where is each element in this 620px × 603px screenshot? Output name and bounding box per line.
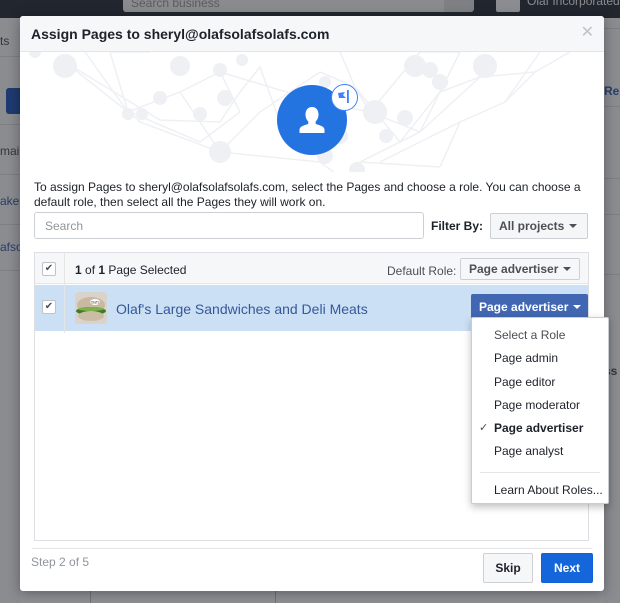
row-checkbox[interactable]: ✔ [42,300,56,314]
menu-item-select-a-role[interactable]: Select a Role [472,324,608,347]
default-role-value: Page advertiser [469,262,559,276]
divider [0,270,20,271]
divider [604,28,620,29]
role-dropdown-menu: Select a Role Page admin Page editor Pag… [471,317,609,504]
search-input[interactable] [34,212,424,239]
filter-selected-value: All projects [499,219,565,233]
page-role-value: Page advertiser [479,299,569,314]
background-business-name: Olaf Incorporated [527,0,620,8]
dialog-header: Assign Pages to sheryl@olafsolafsolafs.c… [20,16,604,52]
default-role-dropdown[interactable]: Page advertiser [460,258,581,280]
divider [0,224,20,225]
filter-projects-dropdown[interactable]: All projects [490,213,588,239]
background-text: ts [0,34,10,48]
chevron-down-icon [573,304,582,309]
menu-item-page-analyst[interactable]: Page analyst [472,440,608,463]
column-divider [64,253,65,333]
selection-count: 1 of 1 Page Selected [75,263,187,277]
background-left-panel: ts mai ake afso [0,18,23,603]
menu-item-learn-about-roles[interactable]: Learn About Roles... [472,479,608,502]
background-text: mai [0,144,20,158]
background-search-input: Search business [123,0,473,12]
divider [604,274,620,275]
menu-item-page-editor[interactable]: Page editor [472,371,608,394]
flag-icon [331,84,358,111]
instructions-text: To assign Pages to sheryl@olafsolafsolaf… [34,180,581,209]
chevron-down-icon [569,224,578,228]
divider [0,124,20,125]
filter-by-label: Filter By: [431,219,484,233]
checkmark-icon: ✔ [44,263,54,274]
divider [90,590,91,603]
background-right-panel: Res ss [604,18,620,603]
divider [0,174,20,175]
background-button [6,88,20,114]
page-thumbnail: Olaf's [75,292,107,324]
next-button[interactable]: Next [541,553,593,583]
background-business-avatar [496,0,520,12]
svg-text:Olaf's: Olaf's [91,301,100,305]
divider [0,56,20,57]
checkmark-icon: ✓ [479,422,489,435]
menu-item-page-admin[interactable]: Page admin [472,347,608,370]
menu-item-page-advertiser[interactable]: ✓ Page advertiser [472,417,608,440]
divider [604,106,620,107]
page-name-link[interactable]: Olaf's Large Sandwiches and Deli Meats [116,301,368,317]
footer-divider [32,548,592,549]
divider [604,214,620,215]
close-icon[interactable]: ✕ [581,24,594,42]
skip-button[interactable]: Skip [483,553,533,583]
default-role-label: Default Role: [387,264,457,278]
divider [604,178,620,179]
menu-item-page-moderator[interactable]: Page moderator [472,394,608,417]
page-role-dropdown[interactable]: Page advertiser [471,294,588,319]
dialog-title: Assign Pages to sheryl@olafsolafsolafs.c… [31,26,330,42]
menu-divider [480,471,600,473]
checkmark-icon: ✔ [44,301,54,312]
background-search-button [444,0,474,12]
assign-pages-dialog: Assign Pages to sheryl@olafsolafsolafs.c… [20,16,604,591]
select-all-checkbox[interactable]: ✔ [42,262,56,276]
background-text: Res [604,84,620,98]
background-text: ake [0,194,20,208]
table-header: ✔ 1 of 1 Page Selected Default Role: Pag… [35,253,588,284]
divider [275,590,276,603]
step-indicator: Step 2 of 5 [31,555,90,569]
chevron-down-icon [563,267,572,271]
